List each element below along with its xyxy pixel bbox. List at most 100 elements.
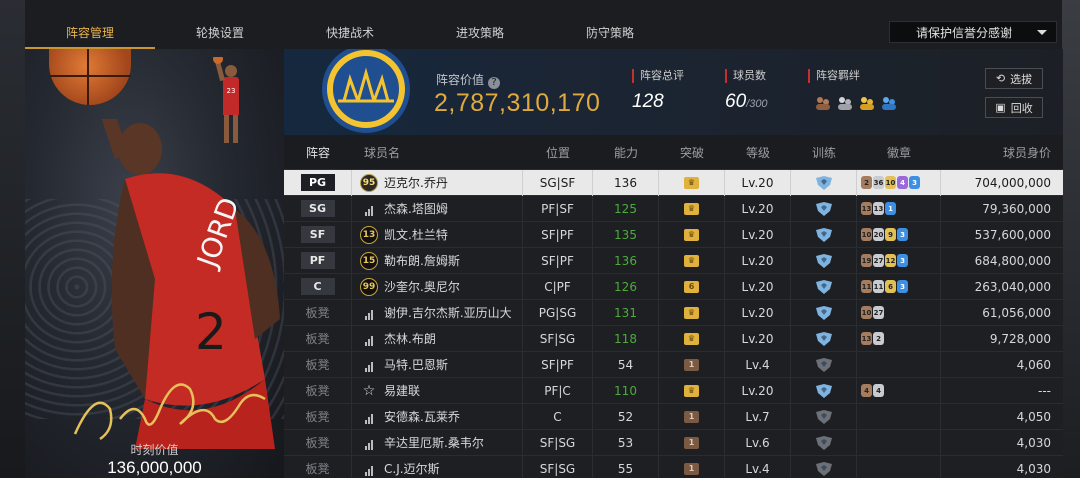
- table-row[interactable]: 板凳 辛达里厄斯.桑韦尔 SF|SG 53 1 Lv.6 4,030: [284, 429, 1063, 456]
- tab-defense-strategy[interactable]: 防守策略: [545, 17, 675, 49]
- badge-chip: 13: [861, 332, 872, 345]
- badge-chip: 12: [885, 254, 896, 267]
- table-row[interactable]: 板凳 安德森.瓦莱乔 C 52 1 Lv.7 4,050: [284, 403, 1063, 430]
- training-cell: [791, 325, 857, 352]
- chemistry-gold-icon[interactable]: [858, 95, 876, 111]
- player-card[interactable]: 23 JORD 2 时刻价值 136,000,000: [25, 49, 284, 478]
- badge-chip: 3: [897, 254, 908, 267]
- rank-badge-icon: 99: [360, 277, 378, 296]
- column-badges[interactable]: 徽章: [857, 144, 941, 161]
- training-cell: [791, 195, 857, 222]
- column-slot[interactable]: 阵容: [284, 144, 352, 161]
- player-name: 安德森.瓦莱乔: [384, 410, 460, 424]
- position-cell: SG|SF: [523, 169, 593, 196]
- table-row[interactable]: 板凳 谢伊.吉尔杰斯.亚历山大 PG|SG 131 ♛ Lv.20 10 27 61,056,0…: [284, 299, 1063, 326]
- player-name: 勒布朗.詹姆斯: [384, 254, 460, 268]
- ability-cell: 131: [593, 299, 659, 326]
- notice-dropdown[interactable]: 请保护信誉分感谢: [889, 21, 1057, 43]
- name-cell: 杰森.塔图姆: [352, 195, 523, 222]
- crown-icon: ♛: [684, 254, 699, 267]
- badges-cell: 2 36 10 4 3: [857, 169, 941, 196]
- badge-chip: 19: [861, 254, 872, 267]
- dropdown-label: 请保护信誉分感谢: [916, 25, 1013, 40]
- column-ability[interactable]: 能力: [593, 144, 659, 161]
- player-name: 杰林.布朗: [384, 332, 436, 346]
- chemistry-bronze-icon[interactable]: [814, 95, 832, 111]
- shield-icon: [815, 435, 832, 450]
- slot-cell: PG: [284, 169, 352, 196]
- player-value-cell: 4,060: [1016, 357, 1051, 372]
- badge-chip: 4: [897, 176, 908, 189]
- rank-badge-icon: 95: [360, 173, 378, 192]
- chemistry-label: 阵容羁绊: [808, 69, 860, 83]
- breakthrough-cell: ♛: [659, 299, 725, 326]
- training-cell: [791, 455, 857, 478]
- crown-icon: ♛: [684, 228, 699, 241]
- name-cell: 15 勒布朗.詹姆斯: [352, 247, 523, 274]
- table-row[interactable]: PF 15 勒布朗.詹姆斯 SF|PF 136 ♛ Lv.20 19 27 12 3 684,800,…: [284, 247, 1063, 274]
- rank-badge-icon: 15: [360, 251, 378, 270]
- rating-stat: 阵容总评 128: [632, 69, 684, 113]
- table-row[interactable]: C 99 沙奎尔.奥尼尔 C|PF 126 6 Lv.20 11 11 6 3 263,040,000: [284, 273, 1063, 300]
- player-name: 沙奎尔.奥尼尔: [384, 280, 460, 294]
- level-cell: Lv.20: [725, 273, 791, 300]
- chemistry-blue-icon[interactable]: [880, 95, 898, 111]
- recycle-button[interactable]: ▣ 回收: [985, 97, 1043, 118]
- column-position[interactable]: 位置: [523, 144, 593, 161]
- player-value-cell: 684,800,000: [974, 253, 1051, 268]
- shield-icon: [815, 331, 832, 346]
- slot-cell: SG: [284, 195, 352, 222]
- level-cell: Lv.20: [725, 221, 791, 248]
- column-level[interactable]: 等级: [725, 144, 791, 161]
- breakthrough-cell: ♛: [659, 377, 725, 404]
- breakthrough-cell: 1: [659, 403, 725, 430]
- rating-value: 128: [632, 91, 664, 112]
- player-name: 马特.巴恩斯: [384, 358, 448, 372]
- slot-label: 板凳: [305, 332, 330, 346]
- table-row[interactable]: PG 95 迈克尔.乔丹 SG|SF 136 ♛ Lv.20 2 36 10 4 3 704,000,0…: [284, 169, 1063, 196]
- slot-cell: 板凳: [284, 403, 352, 430]
- breakthrough-cell: 6: [659, 273, 725, 300]
- tab-offense-strategy[interactable]: 进攻策略: [415, 17, 545, 49]
- player-value-cell: 263,040,000: [974, 279, 1051, 294]
- crown-icon: ♛: [684, 306, 699, 319]
- badge-chip: 2: [873, 332, 884, 345]
- slot-cell: 板凳: [284, 325, 352, 352]
- help-icon[interactable]: ?: [488, 77, 501, 89]
- tab-rotation[interactable]: 轮换设置: [155, 17, 285, 49]
- table-row[interactable]: SF 13 凯文.杜兰特 SF|PF 135 ♛ Lv.20 10 20 9 3 537,600,00…: [284, 221, 1063, 248]
- tab-lineup[interactable]: 阵容管理: [25, 17, 155, 49]
- crown-icon: 1: [684, 410, 699, 423]
- table-row[interactable]: 板凳 C.J.迈尔斯 SF|SG 55 1 Lv.4 4,030: [284, 455, 1063, 478]
- team-logo: [322, 49, 410, 133]
- column-training[interactable]: 训练: [791, 144, 857, 161]
- ability-cell: 110: [593, 377, 659, 404]
- basketball-icon: [49, 49, 131, 105]
- crown-icon: ♛: [684, 332, 699, 345]
- column-name[interactable]: 球员名: [352, 144, 523, 161]
- player-name: 杰森.塔图姆: [384, 202, 448, 216]
- chemistry-silver-icon[interactable]: [836, 95, 854, 111]
- breakthrough-cell: 1: [659, 429, 725, 456]
- shield-icon: [815, 201, 832, 216]
- moment-value-label: 时刻价值: [130, 443, 179, 457]
- badges-cell: 10 20 9 3: [857, 221, 941, 248]
- column-breakthrough[interactable]: 突破: [659, 144, 725, 161]
- star-icon: ☆: [362, 382, 376, 399]
- player-value-cell: ---: [1038, 383, 1051, 398]
- column-value[interactable]: 球员身价: [941, 144, 1063, 161]
- filter-button[interactable]: ⟲ 选拔: [985, 68, 1043, 89]
- name-cell: ☆ 易建联: [352, 377, 523, 404]
- shield-icon: [815, 357, 832, 372]
- chemistry-icons[interactable]: [814, 95, 898, 111]
- player-value-cell: 537,600,000: [974, 227, 1051, 242]
- table-row[interactable]: 板凳 ☆ 易建联 PF|C 110 ♛ Lv.20 4 4 ---: [284, 377, 1063, 404]
- table-row[interactable]: SG 杰森.塔图姆 PF|SF 125 ♛ Lv.20 13 13 1 79,360,000: [284, 195, 1063, 222]
- slot-label: PG: [300, 174, 335, 191]
- tab-quick-tactics[interactable]: 快捷战术: [285, 17, 415, 49]
- player-value-cell: 9,728,000: [989, 331, 1051, 346]
- table-row[interactable]: 板凳 杰林.布朗 SF|SG 118 ♛ Lv.20 13 2 9,728,000: [284, 325, 1063, 352]
- badges-cell: [857, 351, 941, 378]
- level-cell: Lv.20: [725, 377, 791, 404]
- table-row[interactable]: 板凳 马特.巴恩斯 SF|PF 54 1 Lv.4 4,060: [284, 351, 1063, 378]
